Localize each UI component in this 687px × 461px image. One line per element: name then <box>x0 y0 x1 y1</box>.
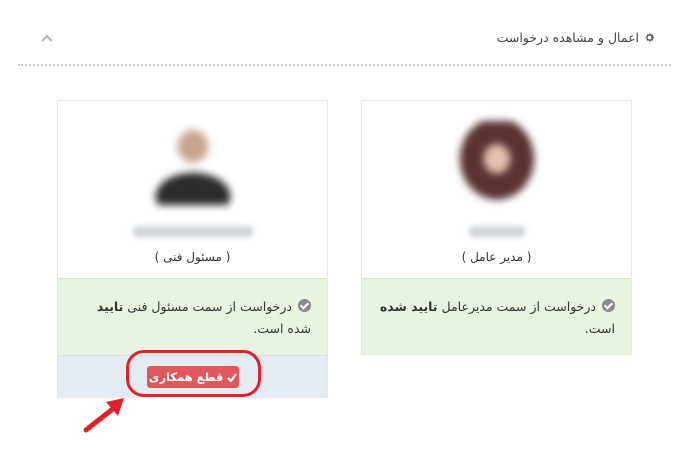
manager-role-label: ( مدیر عامل ) <box>461 250 532 264</box>
gear-icon <box>645 33 654 42</box>
manager-card-profile: ( مدیر عامل ) <box>362 101 631 278</box>
tech-status-bold: تایید <box>96 299 124 314</box>
tech-name-redacted <box>132 226 253 237</box>
terminate-button-label: قطع همکاری <box>148 370 224 384</box>
tech-card-actions: قطع همکاری <box>58 355 327 398</box>
chevron-up-icon[interactable] <box>40 32 54 44</box>
manager-name-redacted <box>468 226 525 237</box>
tech-status-tail: شده است. <box>253 321 311 336</box>
panel-title-text: اعمال و مشاهده درخواست <box>496 30 639 45</box>
annotation-arrow-icon <box>83 398 124 433</box>
tech-role-label: ( مسئول فنی ) <box>154 250 231 264</box>
request-page: اعمال و مشاهده درخواست ( مدیر عامل ) درخ… <box>0 0 687 461</box>
check-circle-icon <box>298 299 311 312</box>
tech-status-text: درخواست از سمت مسئول فنی <box>123 299 292 314</box>
panel-title: اعمال و مشاهده درخواست <box>497 30 655 45</box>
manager-status-tail: است. <box>584 321 615 336</box>
terminate-cooperation-button[interactable]: قطع همکاری <box>147 366 239 388</box>
manager-card: ( مدیر عامل ) درخواست از سمت مدیرعامل تا… <box>361 100 632 355</box>
manager-status-text: درخواست از سمت مدیرعامل <box>437 299 596 314</box>
panel-header: اعمال و مشاهده درخواست <box>18 18 671 66</box>
check-icon <box>227 372 238 382</box>
tech-avatar <box>150 121 235 205</box>
manager-status: درخواست از سمت مدیرعامل تایید شده است. <box>362 278 631 355</box>
check-circle-icon <box>602 299 615 312</box>
tech-status: درخواست از سمت مسئول فنی تایید شده است. <box>58 278 327 355</box>
tech-card-profile: ( مسئول فنی ) <box>58 101 327 278</box>
manager-status-bold: تایید شده <box>379 299 438 314</box>
tech-card: ( مسئول فنی ) درخواست از سمت مسئول فنی ت… <box>57 100 328 398</box>
manager-avatar <box>454 121 539 205</box>
